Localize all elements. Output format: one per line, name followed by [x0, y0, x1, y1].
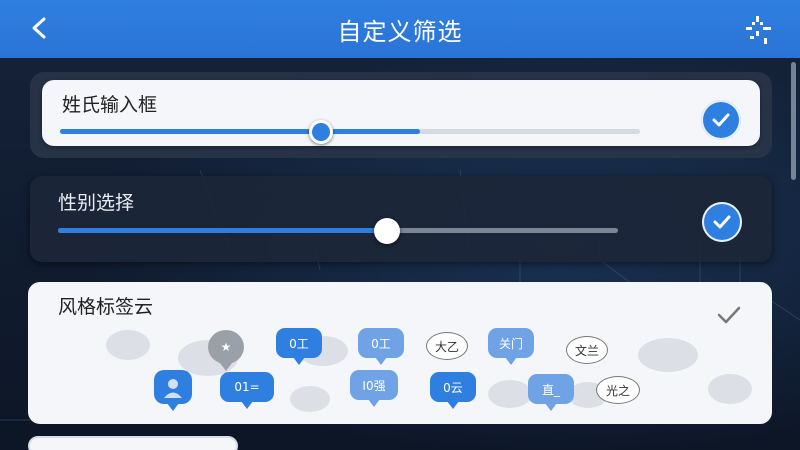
user-icon: [164, 379, 182, 398]
filter-label: 性别选择: [58, 192, 135, 214]
style-tag[interactable]: 直_: [528, 374, 574, 404]
scrollbar[interactable]: [791, 62, 796, 180]
checkmark-icon: [712, 113, 730, 127]
check-button[interactable]: [702, 202, 742, 242]
style-tag[interactable]: I0强: [350, 370, 398, 400]
surname-filter-panel: 姓氏输入框: [42, 80, 760, 146]
style-tag[interactable]: 光之: [596, 376, 640, 404]
style-tag-cloud-card: 风格标签云 ★ 0工 0工 大乙 关门 文兰 01= I0强 0云 直_ 光之: [28, 282, 772, 424]
header-bar: 自定义筛选: [0, 0, 800, 58]
filter-label: 姓氏输入框: [62, 94, 158, 116]
slider-thumb[interactable]: [309, 120, 333, 144]
style-tag[interactable]: 文兰: [566, 336, 608, 364]
more-button[interactable]: [742, 14, 774, 46]
tag-cloud-label: 风格标签云: [58, 296, 154, 318]
ghost-bubble: [638, 338, 698, 372]
avatar-tag[interactable]: [154, 370, 192, 404]
style-tag[interactable]: 0云: [430, 372, 476, 402]
checkmark-icon[interactable]: [716, 304, 742, 326]
ghost-bubble: [106, 330, 150, 360]
style-tag[interactable]: ★: [208, 330, 244, 364]
check-button[interactable]: [701, 100, 741, 140]
gender-filter-card: 性别选择: [30, 176, 772, 262]
style-tag[interactable]: 关门: [488, 328, 534, 358]
checkmark-icon: [713, 215, 731, 229]
style-tag[interactable]: 01=: [220, 372, 274, 402]
style-tag[interactable]: 大乙: [426, 332, 468, 360]
style-tag[interactable]: 0工: [358, 328, 404, 358]
slider-thumb[interactable]: [374, 218, 400, 244]
chevron-left-icon: [32, 17, 46, 39]
style-tag[interactable]: 0工: [276, 328, 322, 358]
ghost-bubble: [488, 380, 532, 408]
slider-fill: [58, 228, 388, 233]
slider-fill: [60, 129, 420, 134]
back-button[interactable]: [22, 10, 58, 46]
ghost-bubble: [708, 374, 752, 404]
sparkle-menu-icon: [746, 16, 771, 44]
page-title: 自定义筛选: [337, 17, 463, 46]
next-card-peek: [28, 436, 238, 450]
ghost-bubble: [290, 386, 330, 412]
